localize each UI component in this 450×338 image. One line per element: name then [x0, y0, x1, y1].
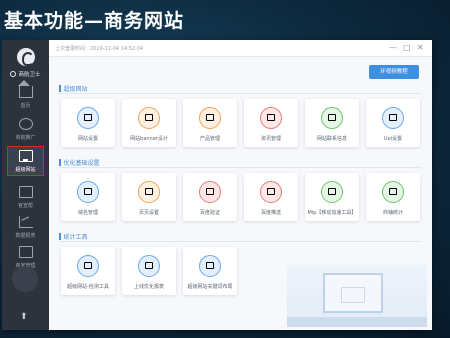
title-bar: 上次登录时间：2019-11-04 14:52:04 — □ ✕	[49, 40, 432, 57]
card-label: 百度验证	[199, 210, 220, 216]
card-label: 网站设置	[77, 136, 98, 142]
card-label: Uei设置	[383, 136, 403, 142]
card-label: 网站banner设计	[130, 136, 168, 142]
watermark-logo	[12, 266, 38, 292]
video-tutorial-button[interactable]: 环视频教程	[369, 65, 419, 79]
card-page-settings[interactable]: 页页设置	[122, 173, 176, 221]
section-title-optimization: 优化基础设置	[59, 158, 100, 167]
card-baidu-push[interactable]: 百度推送	[244, 173, 298, 221]
layout-icon	[382, 107, 404, 129]
section-title-text: 超级网站	[63, 86, 88, 93]
sidebar-item-label: 官宣帮	[17, 203, 33, 209]
card-label: Mip【移动加速工具】	[307, 210, 357, 216]
display-icon	[18, 186, 33, 198]
check-icon	[77, 255, 99, 277]
sidebar: 商航卫士 首页 商航推广 超级网站 官宣帮 数据报表 商家管理 ⬆	[2, 40, 49, 330]
news-icon	[260, 107, 282, 129]
card-label: 上线优化报表	[133, 284, 164, 290]
card-news-management[interactable]: 资讯管理	[244, 99, 298, 147]
home-icon	[17, 80, 33, 98]
contact-icon	[321, 107, 343, 129]
product-icon	[199, 107, 221, 129]
minimize-button[interactable]: —	[389, 43, 397, 52]
chart-icon	[18, 216, 33, 228]
scroll-up-icon[interactable]: ⬆	[20, 312, 28, 322]
last-login-text: 上次登录时间：2019-11-04 14:52:04	[55, 46, 144, 52]
section-title-text: 统计工具	[63, 234, 88, 241]
card-label: 产品管理	[199, 136, 220, 142]
report-icon	[138, 255, 160, 277]
settings-icon	[77, 107, 99, 129]
card-mip[interactable]: Mip【移动加速工具】	[305, 173, 359, 221]
card-label: 页页设置	[138, 210, 159, 216]
app-logo: 商航卫士	[2, 48, 49, 78]
section-title-text: 优化基础设置	[63, 160, 100, 167]
image-icon	[138, 107, 160, 129]
sidebar-item-label: 首页	[20, 103, 31, 109]
card-label: 超级网站关键词布局	[187, 284, 233, 290]
domain-icon	[77, 181, 99, 203]
main-content: 环视频教程 超级网站 网站设置 网站banner设计 产品管理 资讯管理 网站联…	[49, 57, 432, 330]
card-site-check-tool[interactable]: 超级网站-检测工具	[61, 247, 115, 295]
mobile-icon	[321, 181, 343, 203]
maximize-button[interactable]: □	[403, 43, 411, 52]
card-label: 商铺统计	[382, 210, 403, 216]
card-product-management[interactable]: 产品管理	[183, 99, 237, 147]
divider	[59, 93, 422, 94]
screen-illustration-icon	[323, 273, 383, 313]
app-window: 商航卫士 首页 商航推广 超级网站 官宣帮 数据报表 商家管理 ⬆ 上	[2, 40, 432, 330]
card-optimization-report[interactable]: 上线优化报表	[122, 247, 176, 295]
logo-icon	[16, 48, 35, 66]
sidebar-item-home[interactable]: 首页	[2, 80, 49, 114]
push-icon	[260, 181, 282, 203]
card-site-settings[interactable]: 网站设置	[61, 99, 115, 147]
card-label: 百度推送	[260, 210, 281, 216]
card-label: 网站联系信息	[316, 136, 347, 142]
globe-icon	[18, 118, 33, 130]
section-title-super-website: 超级网站	[59, 84, 88, 93]
sidebar-item-label: 数据报表	[15, 233, 36, 239]
sidebar-item-label: 商航推广	[15, 135, 36, 141]
card-domain-management[interactable]: 域名管理	[61, 173, 115, 221]
shield-icon	[10, 71, 17, 77]
page-icon	[138, 181, 160, 203]
sidebar-item-official[interactable]: 官宣帮	[2, 186, 49, 214]
card-baidu-verify[interactable]: 百度验证	[183, 173, 237, 221]
sidebar-item-reports[interactable]: 数据报表	[2, 216, 49, 244]
monitor-icon	[18, 150, 33, 162]
divider	[59, 167, 422, 168]
sidebar-item-promotion[interactable]: 商航推广	[2, 118, 49, 146]
slide-title: 基本功能—商务网站	[4, 10, 185, 32]
card-shop-stats[interactable]: 商铺统计	[366, 173, 420, 221]
card-contact-info[interactable]: 网站联系信息	[305, 99, 359, 147]
divider	[59, 241, 422, 242]
logo-text: 商航卫士	[18, 72, 41, 78]
section-title-stats-tools: 统计工具	[59, 232, 88, 241]
shop-icon	[18, 246, 33, 258]
sidebar-item-super-website[interactable]: 超级网站	[7, 146, 44, 176]
card-ui-settings[interactable]: Uei设置	[366, 99, 420, 147]
card-label: 超级网站-检测工具	[67, 284, 109, 290]
card-label: 域名管理	[77, 210, 98, 216]
stats-icon	[382, 181, 404, 203]
decorative-illustration	[287, 265, 427, 327]
verify-icon	[199, 181, 221, 203]
sidebar-item-label: 超级网站	[15, 167, 36, 173]
card-banner-design[interactable]: 网站banner设计	[122, 99, 176, 147]
card-keyword-layout[interactable]: 超级网站关键词布局	[183, 247, 237, 295]
card-label: 资讯管理	[260, 136, 281, 142]
close-button[interactable]: ✕	[417, 43, 424, 52]
keyword-icon	[199, 255, 221, 277]
